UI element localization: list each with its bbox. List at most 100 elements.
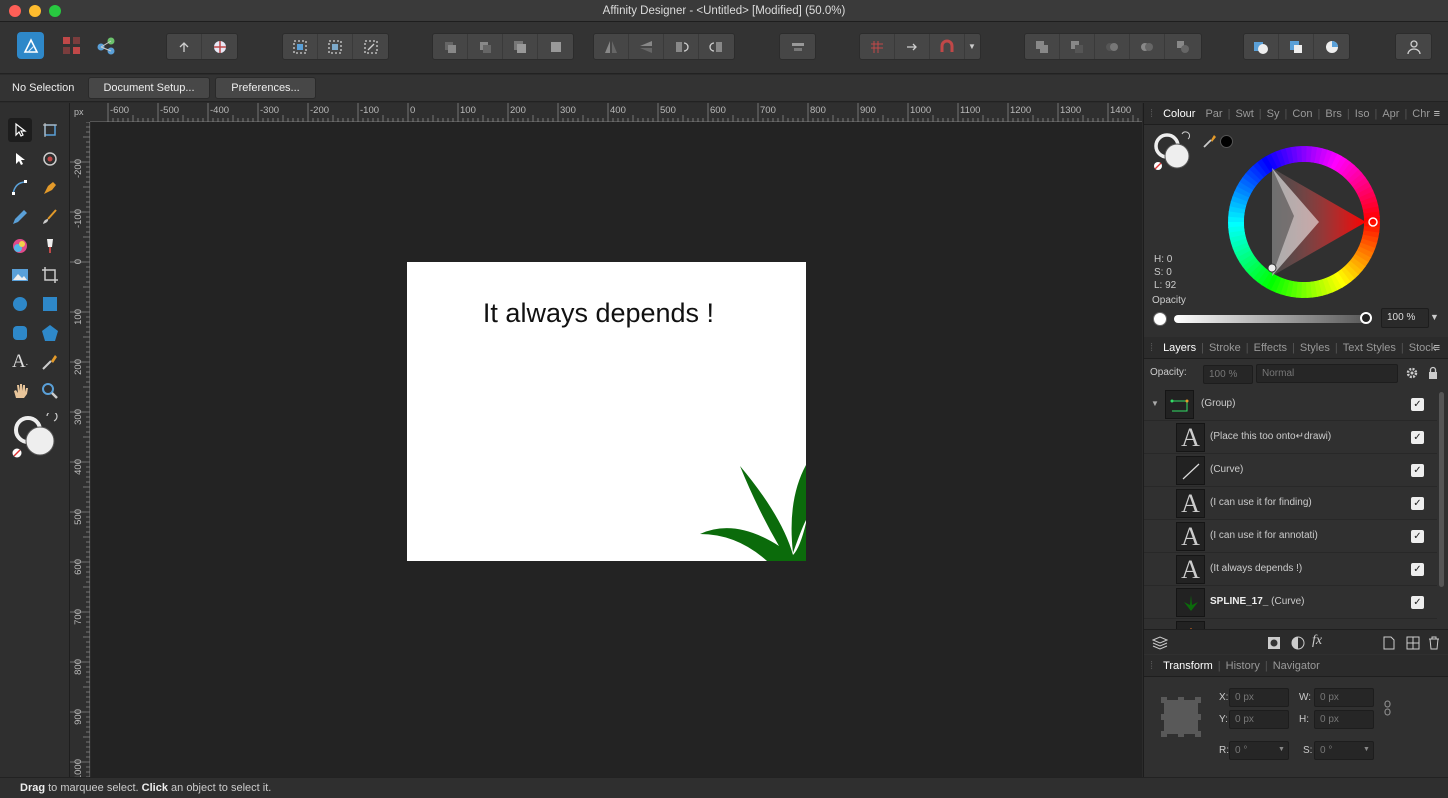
grid-icon[interactable]	[860, 34, 895, 59]
tab-apr[interactable]: Apr	[1377, 108, 1404, 120]
layer-row-text-depends[interactable]: A (It always depends !) ✓	[1144, 553, 1437, 586]
tab-navigator[interactable]: Navigator	[1268, 660, 1325, 672]
y-field[interactable]: 0 px	[1229, 710, 1289, 729]
fx-effects-icon[interactable]: fx	[1312, 633, 1322, 649]
move-to-back-icon[interactable]	[433, 34, 468, 59]
add-icon[interactable]	[1025, 34, 1060, 59]
bounding-box-icon[interactable]	[353, 34, 388, 59]
layer-visibility-checkbox[interactable]: ✓	[1411, 596, 1424, 609]
flower-icon[interactable]	[202, 34, 237, 59]
tab-history[interactable]: History	[1221, 660, 1265, 672]
layer-row-group[interactable]: ▼ (Group) ✓	[1144, 388, 1437, 421]
anchor-point-selector[interactable]	[1160, 696, 1202, 738]
lock-icon[interactable]	[1427, 366, 1439, 385]
tab-brs[interactable]: Brs	[1320, 108, 1347, 120]
hand-tool-icon[interactable]	[8, 379, 32, 403]
insert-inside-icon[interactable]	[1314, 34, 1349, 59]
ellipse-tool-icon[interactable]	[8, 292, 32, 316]
node-tool-icon[interactable]	[8, 147, 32, 171]
eyedropper-icon[interactable]	[1202, 133, 1218, 154]
xor-icon[interactable]	[1130, 34, 1165, 59]
colour-wheel[interactable]	[1228, 146, 1380, 298]
leaf-shape[interactable]	[697, 460, 806, 561]
zoom-tool-icon[interactable]	[38, 379, 62, 403]
layers-menu-icon[interactable]: ≡	[1429, 342, 1445, 354]
group-layers-icon[interactable]	[1406, 636, 1420, 655]
transform-box-icon[interactable]	[318, 34, 353, 59]
rotate-left-icon[interactable]	[664, 34, 699, 59]
layer-visibility-checkbox[interactable]: ✓	[1411, 464, 1424, 477]
blend-mode-select[interactable]: Normal	[1256, 364, 1398, 383]
fill-stroke-swatch[interactable]	[10, 410, 60, 463]
move-tool-icon[interactable]	[8, 118, 32, 142]
snapping-dropdown-icon[interactable]: ▼	[965, 34, 979, 59]
transparency-tool-icon[interactable]	[38, 234, 62, 258]
user-account-icon[interactable]	[1396, 34, 1431, 59]
layer-visibility-checkbox[interactable]: ✓	[1411, 431, 1424, 444]
export-persona-icon[interactable]	[96, 36, 118, 56]
place-image-tool-icon[interactable]	[8, 263, 32, 287]
move-to-front-icon[interactable]	[538, 34, 573, 59]
move-back-icon[interactable]	[468, 34, 503, 59]
vertical-ruler[interactable]: -200 -100 0 100 200 300 400 500 600 700 800 900 1000	[70, 121, 90, 780]
horizontal-ruler[interactable]: -600 -500 -400 -300 -200 -100 0 100 200 300 400 500…	[90, 103, 1142, 122]
pen-curve-tool-icon[interactable]	[8, 176, 32, 200]
layer-visibility-checkbox[interactable]: ✓	[1411, 563, 1424, 576]
tab-effects[interactable]: Effects	[1249, 342, 1292, 354]
tab-styles[interactable]: Styles	[1295, 342, 1335, 354]
align-icon[interactable]	[780, 34, 815, 59]
subtract-icon[interactable]	[1060, 34, 1095, 59]
intersect-icon[interactable]	[1095, 34, 1130, 59]
adjustment-icon[interactable]	[1291, 636, 1305, 655]
layer-row-text-annotati[interactable]: A (I can use it for annotati) ✓	[1144, 520, 1437, 553]
zoom-window-button[interactable]	[49, 5, 61, 17]
expand-toggle-icon[interactable]: ▼	[1151, 399, 1159, 408]
tab-stroke[interactable]: Stroke	[1204, 342, 1246, 354]
upload-icon[interactable]	[167, 34, 202, 59]
layer-settings-gear-icon[interactable]	[1405, 366, 1419, 385]
flip-horizontal-icon[interactable]	[594, 34, 629, 59]
layer-opacity-field[interactable]: 100 %	[1203, 365, 1253, 384]
tab-sy[interactable]: Sy	[1262, 108, 1285, 120]
rotate-right-icon[interactable]	[699, 34, 734, 59]
snap-to-icon[interactable]	[895, 34, 930, 59]
fill-tool-icon[interactable]	[8, 234, 32, 258]
opacity-value-field[interactable]: 100 %	[1381, 308, 1429, 328]
flip-vertical-icon[interactable]	[629, 34, 664, 59]
close-window-button[interactable]	[9, 5, 21, 17]
canvas[interactable]: It always depends !	[91, 122, 1142, 777]
layers-scrollbar[interactable]	[1439, 392, 1444, 587]
minimize-window-button[interactable]	[29, 5, 41, 17]
color-picker-tool-icon[interactable]	[38, 350, 62, 374]
document-artboard[interactable]: It always depends !	[407, 262, 806, 561]
w-field[interactable]: 0 px	[1314, 688, 1374, 707]
shear-dropdown-icon[interactable]: ▼	[1363, 746, 1370, 753]
pencil-tool-icon[interactable]	[8, 205, 32, 229]
vector-brush-tool-icon[interactable]	[38, 205, 62, 229]
add-layer-icon[interactable]	[1383, 636, 1395, 655]
colour-fill-stroke-swatch[interactable]	[1152, 131, 1194, 173]
artboard-tool-icon[interactable]	[38, 118, 62, 142]
opacity-dropdown-icon[interactable]: ▼	[1430, 312, 1439, 322]
tab-swt[interactable]: Swt	[1230, 108, 1258, 120]
rectangle-tool-icon[interactable]	[38, 292, 62, 316]
layer-row-text-place[interactable]: A (Place this too onto↵drawi) ✓	[1144, 421, 1437, 454]
tab-layers[interactable]: Layers	[1158, 342, 1201, 354]
tab-par[interactable]: Par	[1200, 108, 1227, 120]
tab-colour[interactable]: Colour	[1158, 108, 1200, 120]
rounded-rectangle-tool-icon[interactable]	[8, 321, 32, 345]
layer-visibility-checkbox[interactable]: ✓	[1411, 398, 1424, 411]
divide-icon[interactable]	[1165, 34, 1200, 59]
tab-text-styles[interactable]: Text Styles	[1338, 342, 1401, 354]
layers-stack-icon[interactable]	[1151, 636, 1169, 655]
layer-visibility-checkbox[interactable]: ✓	[1411, 497, 1424, 510]
pixel-persona-icon[interactable]	[62, 36, 82, 56]
layer-row-curve[interactable]: (Curve) ✓	[1144, 454, 1437, 487]
layer-visibility-checkbox[interactable]: ✓	[1411, 530, 1424, 543]
insert-behind-icon[interactable]	[1244, 34, 1279, 59]
layer-row-partial[interactable]	[1144, 619, 1437, 629]
document-text[interactable]: It always depends !	[407, 298, 790, 329]
designer-persona-icon[interactable]	[17, 32, 44, 59]
magnet-icon[interactable]	[930, 34, 965, 59]
document-setup-button[interactable]: Document Setup...	[88, 77, 210, 99]
